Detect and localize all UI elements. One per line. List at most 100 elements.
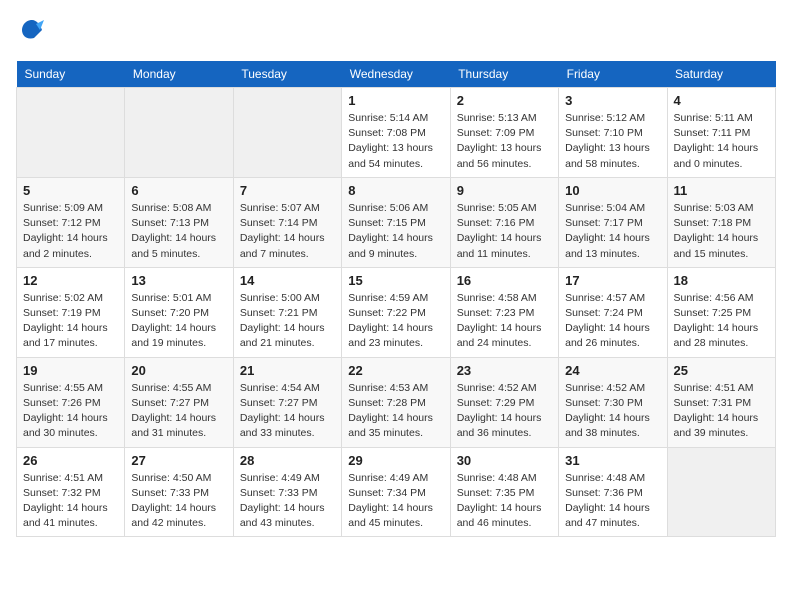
day-number: 23 [457,363,552,378]
calendar-cell: 20 Sunrise: 4:55 AM Sunset: 7:27 PM Dayli… [125,357,233,447]
day-number: 13 [131,273,226,288]
calendar-cell: 1 Sunrise: 5:14 AM Sunset: 7:08 PM Daylig… [342,88,450,178]
calendar-week-row: 1 Sunrise: 5:14 AM Sunset: 7:08 PM Daylig… [17,88,776,178]
day-number: 7 [240,183,335,198]
calendar-cell: 25 Sunrise: 4:51 AM Sunset: 7:31 PM Dayli… [667,357,775,447]
day-number: 27 [131,453,226,468]
calendar-cell: 18Sunrise: 4:56 AM Sunset: 7:25 PM Dayli… [667,267,775,357]
day-info: Sunrise: 5:14 AM Sunset: 7:08 PM Dayligh… [348,111,443,172]
weekday-header-monday: Monday [125,61,233,88]
weekday-header-wednesday: Wednesday [342,61,450,88]
calendar-cell: 21 Sunrise: 4:54 AM Sunset: 7:27 PM Dayli… [233,357,341,447]
day-number: 12 [23,273,118,288]
day-info: Sunrise: 4:48 AM Sunset: 7:36 PM Dayligh… [565,471,660,532]
calendar-cell: 3 Sunrise: 5:12 AM Sunset: 7:10 PM Daylig… [559,88,667,178]
day-number: 31 [565,453,660,468]
calendar-cell: 11 Sunrise: 5:03 AM Sunset: 7:18 PM Dayli… [667,177,775,267]
day-number: 17 [565,273,660,288]
calendar-cell [667,447,775,537]
calendar-cell [125,88,233,178]
calendar-cell: 4Sunrise: 5:11 AM Sunset: 7:11 PM Daylig… [667,88,775,178]
day-info: Sunrise: 4:58 AM Sunset: 7:23 PM Dayligh… [457,291,552,352]
page-header [16,16,776,49]
calendar-cell [233,88,341,178]
day-info: Sunrise: 5:12 AM Sunset: 7:10 PM Dayligh… [565,111,660,172]
day-info: Sunrise: 4:54 AM Sunset: 7:27 PM Dayligh… [240,381,335,442]
logo-icon [18,16,46,44]
calendar-cell: 23 Sunrise: 4:52 AM Sunset: 7:29 PM Dayli… [450,357,558,447]
weekday-header-friday: Friday [559,61,667,88]
calendar-week-row: 19 Sunrise: 4:55 AM Sunset: 7:26 PM Dayli… [17,357,776,447]
calendar-cell: 31 Sunrise: 4:48 AM Sunset: 7:36 PM Dayli… [559,447,667,537]
day-number: 11 [674,183,769,198]
day-number: 9 [457,183,552,198]
calendar-cell [17,88,125,178]
day-info: Sunrise: 4:53 AM Sunset: 7:28 PM Dayligh… [348,381,443,442]
day-number: 21 [240,363,335,378]
day-info: Sunrise: 4:55 AM Sunset: 7:26 PM Dayligh… [23,381,118,442]
day-info: Sunrise: 5:03 AM Sunset: 7:18 PM Dayligh… [674,201,769,262]
calendar-cell: 27 Sunrise: 4:50 AM Sunset: 7:33 PM Dayli… [125,447,233,537]
weekday-header-tuesday: Tuesday [233,61,341,88]
day-number: 3 [565,93,660,108]
day-number: 6 [131,183,226,198]
calendar-week-row: 26 Sunrise: 4:51 AM Sunset: 7:32 PM Dayli… [17,447,776,537]
day-number: 18 [674,273,769,288]
day-number: 24 [565,363,660,378]
day-info: Sunrise: 5:05 AM Sunset: 7:16 PM Dayligh… [457,201,552,262]
day-number: 5 [23,183,118,198]
day-info: Sunrise: 5:06 AM Sunset: 7:15 PM Dayligh… [348,201,443,262]
calendar-cell: 12 Sunrise: 5:02 AM Sunset: 7:19 PM Dayli… [17,267,125,357]
day-number: 16 [457,273,552,288]
calendar-cell: 28Sunrise: 4:49 AM Sunset: 7:33 PM Dayli… [233,447,341,537]
day-info: Sunrise: 5:02 AM Sunset: 7:19 PM Dayligh… [23,291,118,352]
day-info: Sunrise: 4:55 AM Sunset: 7:27 PM Dayligh… [131,381,226,442]
weekday-header-row: SundayMondayTuesdayWednesdayThursdayFrid… [17,61,776,88]
calendar-table: SundayMondayTuesdayWednesdayThursdayFrid… [16,61,776,537]
day-info: Sunrise: 4:52 AM Sunset: 7:29 PM Dayligh… [457,381,552,442]
day-info: Sunrise: 5:04 AM Sunset: 7:17 PM Dayligh… [565,201,660,262]
weekday-header-thursday: Thursday [450,61,558,88]
logo [16,16,46,49]
calendar-cell: 13 Sunrise: 5:01 AM Sunset: 7:20 PM Dayli… [125,267,233,357]
day-number: 22 [348,363,443,378]
day-info: Sunrise: 4:48 AM Sunset: 7:35 PM Dayligh… [457,471,552,532]
day-info: Sunrise: 4:50 AM Sunset: 7:33 PM Dayligh… [131,471,226,532]
calendar-cell: 30 Sunrise: 4:48 AM Sunset: 7:35 PM Dayli… [450,447,558,537]
calendar-week-row: 5Sunrise: 5:09 AM Sunset: 7:12 PM Daylig… [17,177,776,267]
weekday-header-sunday: Sunday [17,61,125,88]
calendar-cell: 9 Sunrise: 5:05 AM Sunset: 7:16 PM Daylig… [450,177,558,267]
day-number: 29 [348,453,443,468]
calendar-cell: 6 Sunrise: 5:08 AM Sunset: 7:13 PM Daylig… [125,177,233,267]
calendar-cell: 19 Sunrise: 4:55 AM Sunset: 7:26 PM Dayli… [17,357,125,447]
day-number: 30 [457,453,552,468]
day-number: 1 [348,93,443,108]
calendar-cell: 14 Sunrise: 5:00 AM Sunset: 7:21 PM Dayli… [233,267,341,357]
calendar-cell: 29 Sunrise: 4:49 AM Sunset: 7:34 PM Dayli… [342,447,450,537]
weekday-header-saturday: Saturday [667,61,775,88]
day-number: 25 [674,363,769,378]
calendar-cell: 22 Sunrise: 4:53 AM Sunset: 7:28 PM Dayli… [342,357,450,447]
calendar-week-row: 12 Sunrise: 5:02 AM Sunset: 7:19 PM Dayli… [17,267,776,357]
day-number: 14 [240,273,335,288]
day-number: 19 [23,363,118,378]
day-info: Sunrise: 4:51 AM Sunset: 7:31 PM Dayligh… [674,381,769,442]
calendar-cell: 8Sunrise: 5:06 AM Sunset: 7:15 PM Daylig… [342,177,450,267]
calendar-cell: 26 Sunrise: 4:51 AM Sunset: 7:32 PM Dayli… [17,447,125,537]
calendar-cell: 10Sunrise: 5:04 AM Sunset: 7:17 PM Dayli… [559,177,667,267]
day-info: Sunrise: 4:51 AM Sunset: 7:32 PM Dayligh… [23,471,118,532]
day-number: 20 [131,363,226,378]
day-info: Sunrise: 5:11 AM Sunset: 7:11 PM Dayligh… [674,111,769,172]
day-info: Sunrise: 5:00 AM Sunset: 7:21 PM Dayligh… [240,291,335,352]
day-number: 26 [23,453,118,468]
day-info: Sunrise: 4:52 AM Sunset: 7:30 PM Dayligh… [565,381,660,442]
day-info: Sunrise: 5:01 AM Sunset: 7:20 PM Dayligh… [131,291,226,352]
day-info: Sunrise: 4:49 AM Sunset: 7:33 PM Dayligh… [240,471,335,532]
day-number: 15 [348,273,443,288]
day-info: Sunrise: 4:57 AM Sunset: 7:24 PM Dayligh… [565,291,660,352]
day-info: Sunrise: 4:49 AM Sunset: 7:34 PM Dayligh… [348,471,443,532]
day-number: 2 [457,93,552,108]
day-info: Sunrise: 5:08 AM Sunset: 7:13 PM Dayligh… [131,201,226,262]
calendar-cell: 16 Sunrise: 4:58 AM Sunset: 7:23 PM Dayli… [450,267,558,357]
calendar-cell: 5Sunrise: 5:09 AM Sunset: 7:12 PM Daylig… [17,177,125,267]
